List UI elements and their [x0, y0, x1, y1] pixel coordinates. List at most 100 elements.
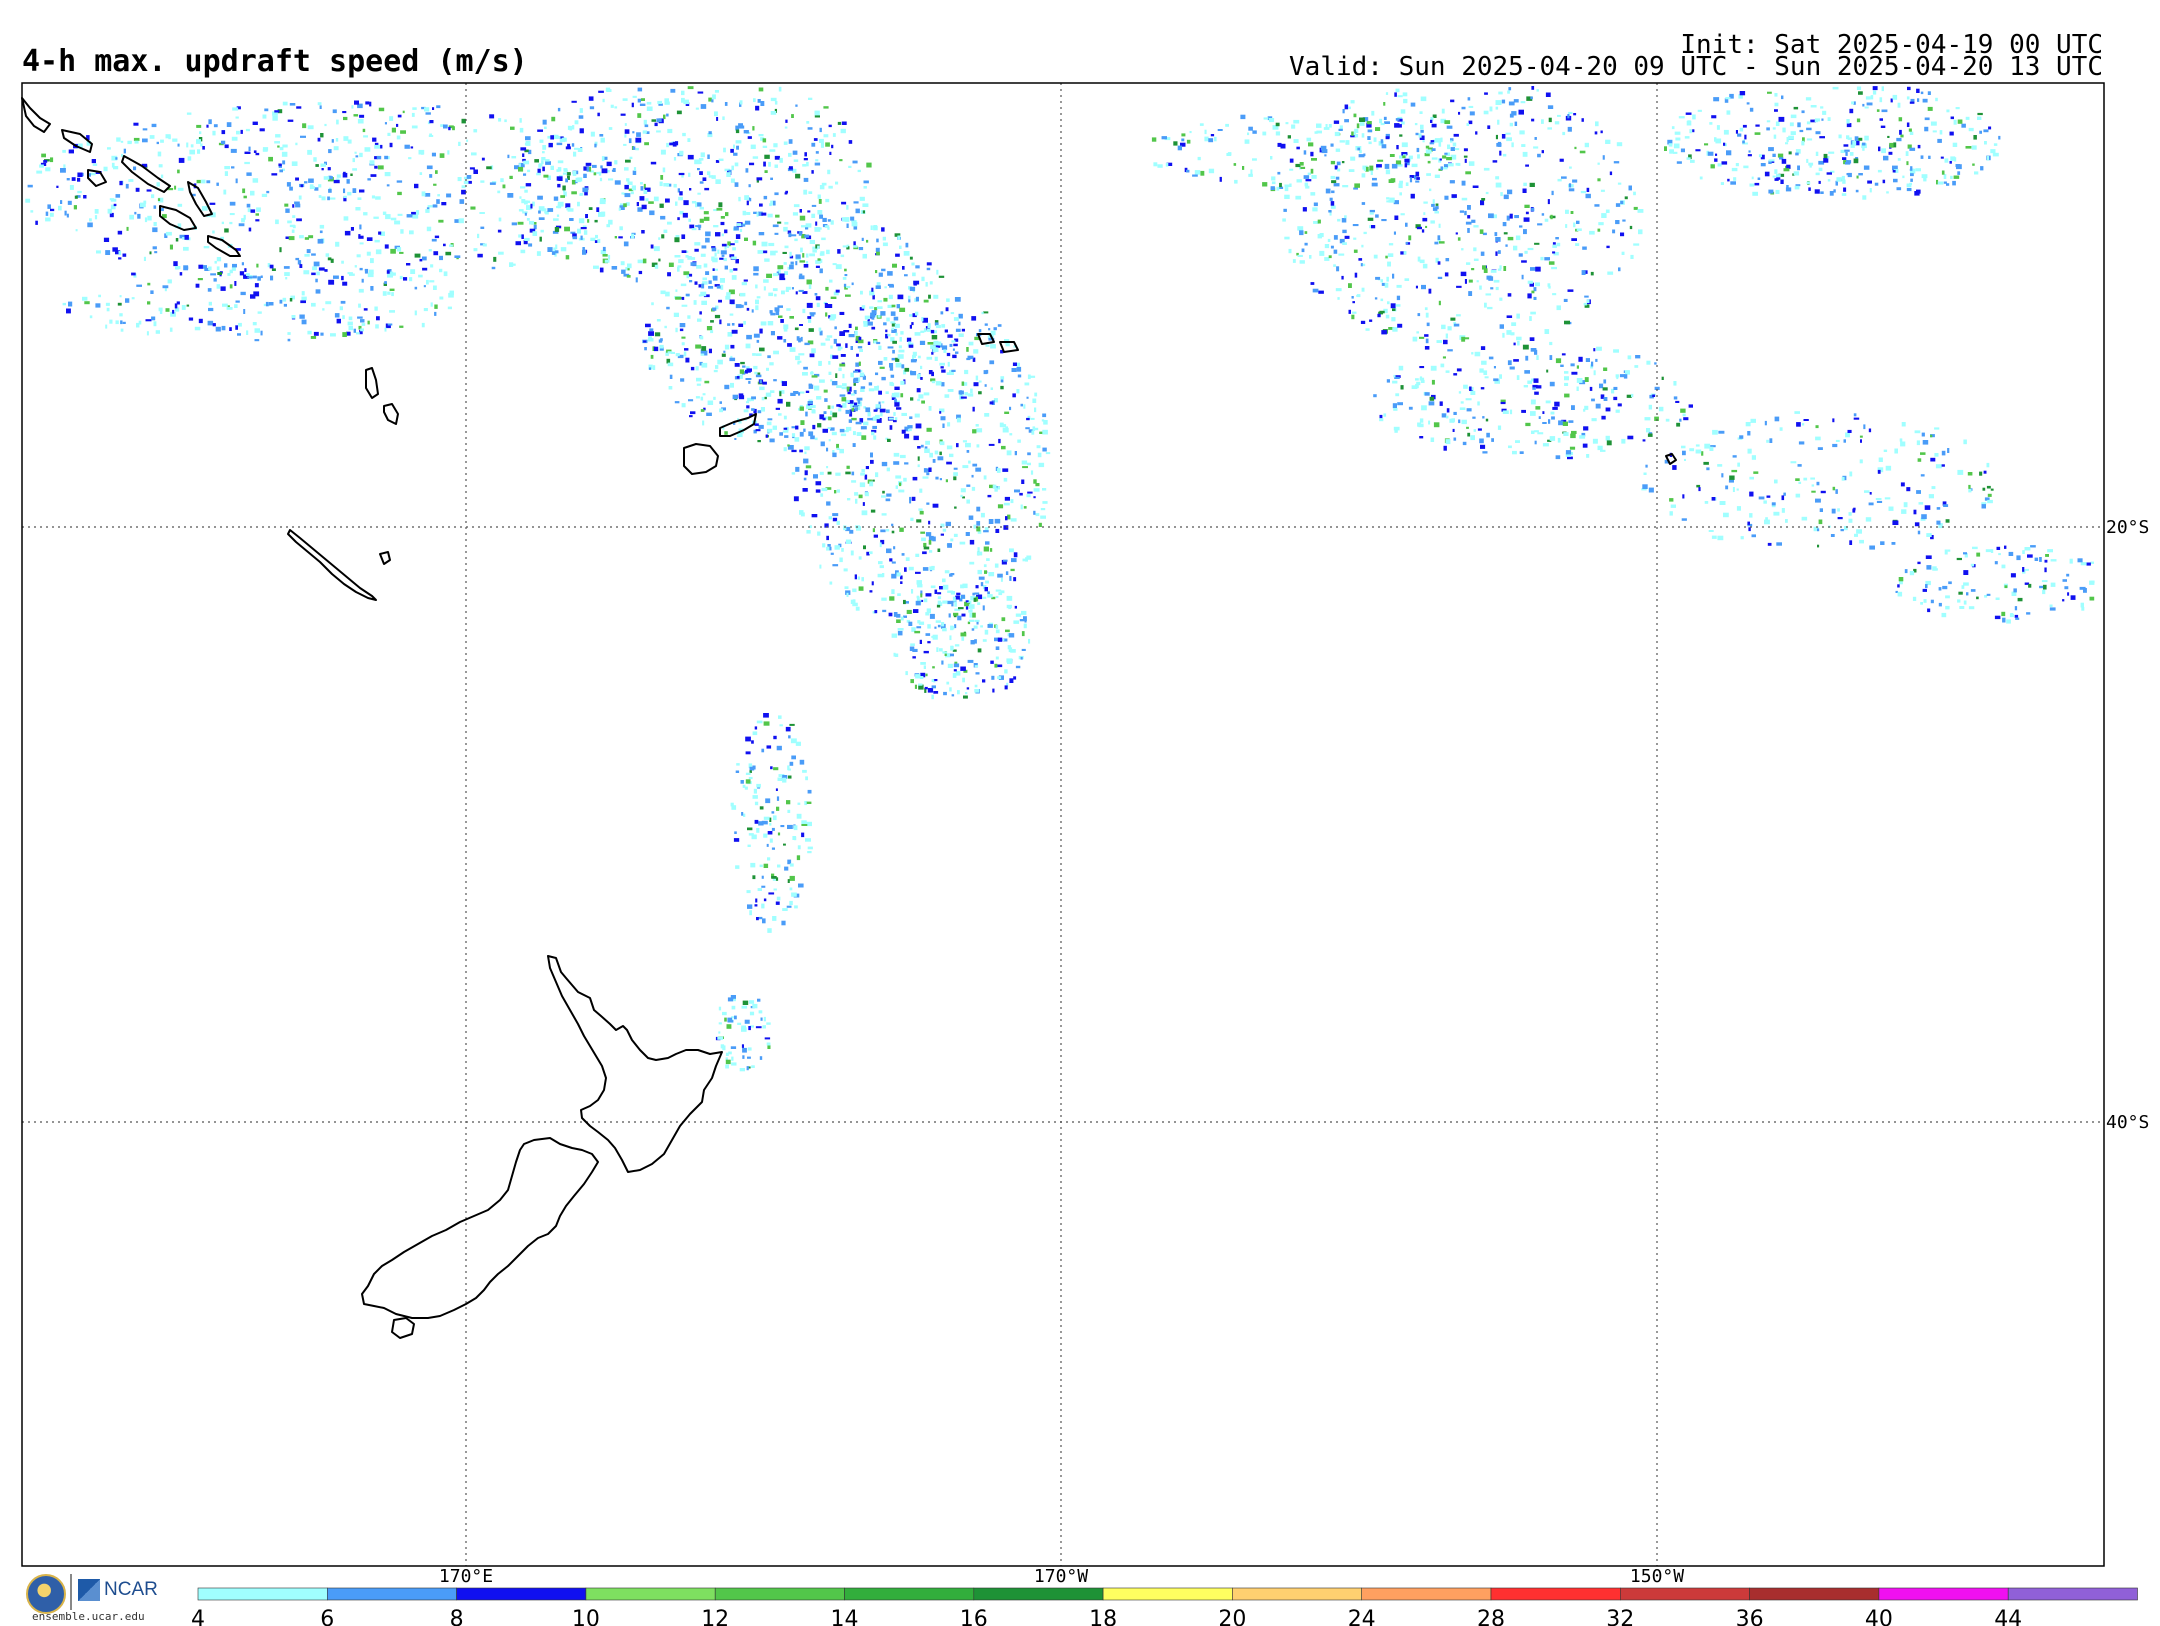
updraft-cell [885, 391, 889, 394]
updraft-cell [1408, 406, 1413, 410]
updraft-cell [908, 341, 912, 344]
updraft-cell [1785, 142, 1789, 145]
updraft-cell [588, 207, 593, 210]
updraft-cell [779, 277, 786, 281]
updraft-cell [789, 900, 793, 906]
updraft-cell [577, 201, 580, 207]
updraft-cell [1468, 291, 1473, 296]
updraft-cell [539, 236, 542, 242]
updraft-cell [957, 690, 960, 695]
updraft-cell [1484, 92, 1488, 95]
updraft-cell [990, 387, 993, 390]
updraft-cell [1416, 147, 1419, 153]
updraft-cell [330, 333, 336, 337]
updraft-cell [449, 290, 454, 296]
updraft-cell [1631, 393, 1634, 398]
updraft-cell [1512, 450, 1517, 455]
updraft-cell [1533, 296, 1537, 300]
updraft-cell [937, 456, 944, 461]
updraft-cell [287, 338, 291, 342]
updraft-cell [1480, 387, 1485, 390]
updraft-cell [1040, 508, 1046, 511]
updraft-cell [1476, 280, 1479, 283]
updraft-cell [1288, 248, 1292, 254]
updraft-cell [869, 590, 873, 593]
updraft-cell [1963, 552, 1967, 555]
updraft-cell [1503, 266, 1507, 271]
updraft-cell [927, 641, 931, 644]
updraft-cell [973, 597, 977, 602]
updraft-cell [1615, 203, 1621, 207]
updraft-cell [812, 250, 817, 253]
updraft-cell [749, 1011, 755, 1016]
updraft-cell [544, 159, 550, 162]
updraft-cell [839, 394, 846, 397]
updraft-cell [597, 238, 601, 243]
updraft-cell [886, 548, 892, 554]
updraft-cell [352, 188, 357, 193]
updraft-cell [1635, 355, 1641, 359]
updraft-cell [1854, 533, 1858, 537]
updraft-cell [84, 301, 90, 305]
updraft-cell [785, 119, 788, 123]
updraft-cell [1277, 171, 1281, 175]
updraft-cell [983, 546, 989, 552]
updraft-cell [971, 474, 974, 478]
updraft-cell [58, 205, 62, 211]
updraft-cell [931, 351, 934, 355]
updraft-cell [1412, 336, 1418, 342]
updraft-cell [414, 253, 421, 258]
updraft-cell [168, 135, 171, 140]
updraft-cell [1529, 182, 1535, 187]
updraft-cell [1001, 617, 1006, 622]
updraft-cell [1531, 430, 1535, 434]
updraft-cell [921, 276, 925, 282]
updraft-cell [756, 212, 759, 217]
updraft-cell [1601, 415, 1606, 420]
updraft-cell [769, 149, 776, 152]
updraft-cell [731, 1056, 734, 1061]
updraft-cell [1356, 294, 1361, 298]
updraft-cell [1032, 398, 1037, 403]
updraft-cell [1601, 213, 1607, 218]
updraft-cell [87, 222, 93, 228]
updraft-cell [590, 237, 596, 241]
updraft-cell [229, 269, 233, 274]
updraft-cell [286, 182, 291, 187]
updraft-cell [285, 208, 290, 213]
updraft-cell [751, 309, 754, 313]
updraft-cell [882, 236, 886, 241]
updraft-cell [1437, 276, 1443, 279]
updraft-cell [1549, 341, 1553, 346]
updraft-cell [1584, 142, 1589, 148]
updraft-cell [1002, 424, 1007, 428]
updraft-cell [783, 427, 788, 430]
updraft-cell [1564, 393, 1570, 398]
graticule [22, 83, 2104, 1566]
updraft-cell [324, 269, 328, 272]
updraft-cell [952, 673, 957, 678]
updraft-cell [1820, 106, 1824, 109]
updraft-cell [1764, 171, 1770, 177]
updraft-cell [1995, 597, 2000, 600]
updraft-cell [808, 431, 814, 437]
updraft-cell [736, 223, 742, 227]
updraft-cell [1935, 464, 1942, 469]
updraft-cell [372, 137, 377, 142]
updraft-cell [147, 282, 151, 286]
updraft-cell [1890, 98, 1893, 103]
updraft-cell [1495, 106, 1499, 110]
updraft-cell [1333, 183, 1340, 187]
updraft-cell [1909, 147, 1916, 151]
updraft-cell [753, 788, 757, 794]
updraft-cell [1752, 191, 1758, 196]
updraft-cell [696, 265, 702, 269]
updraft-cell [882, 609, 887, 613]
updraft-cell [1522, 188, 1527, 193]
updraft-cell [199, 131, 202, 135]
updraft-cell [839, 557, 843, 563]
updraft-cell [1490, 269, 1497, 273]
updraft-cell [1247, 132, 1250, 136]
updraft-cell [1379, 310, 1385, 314]
updraft-cell [510, 126, 515, 130]
